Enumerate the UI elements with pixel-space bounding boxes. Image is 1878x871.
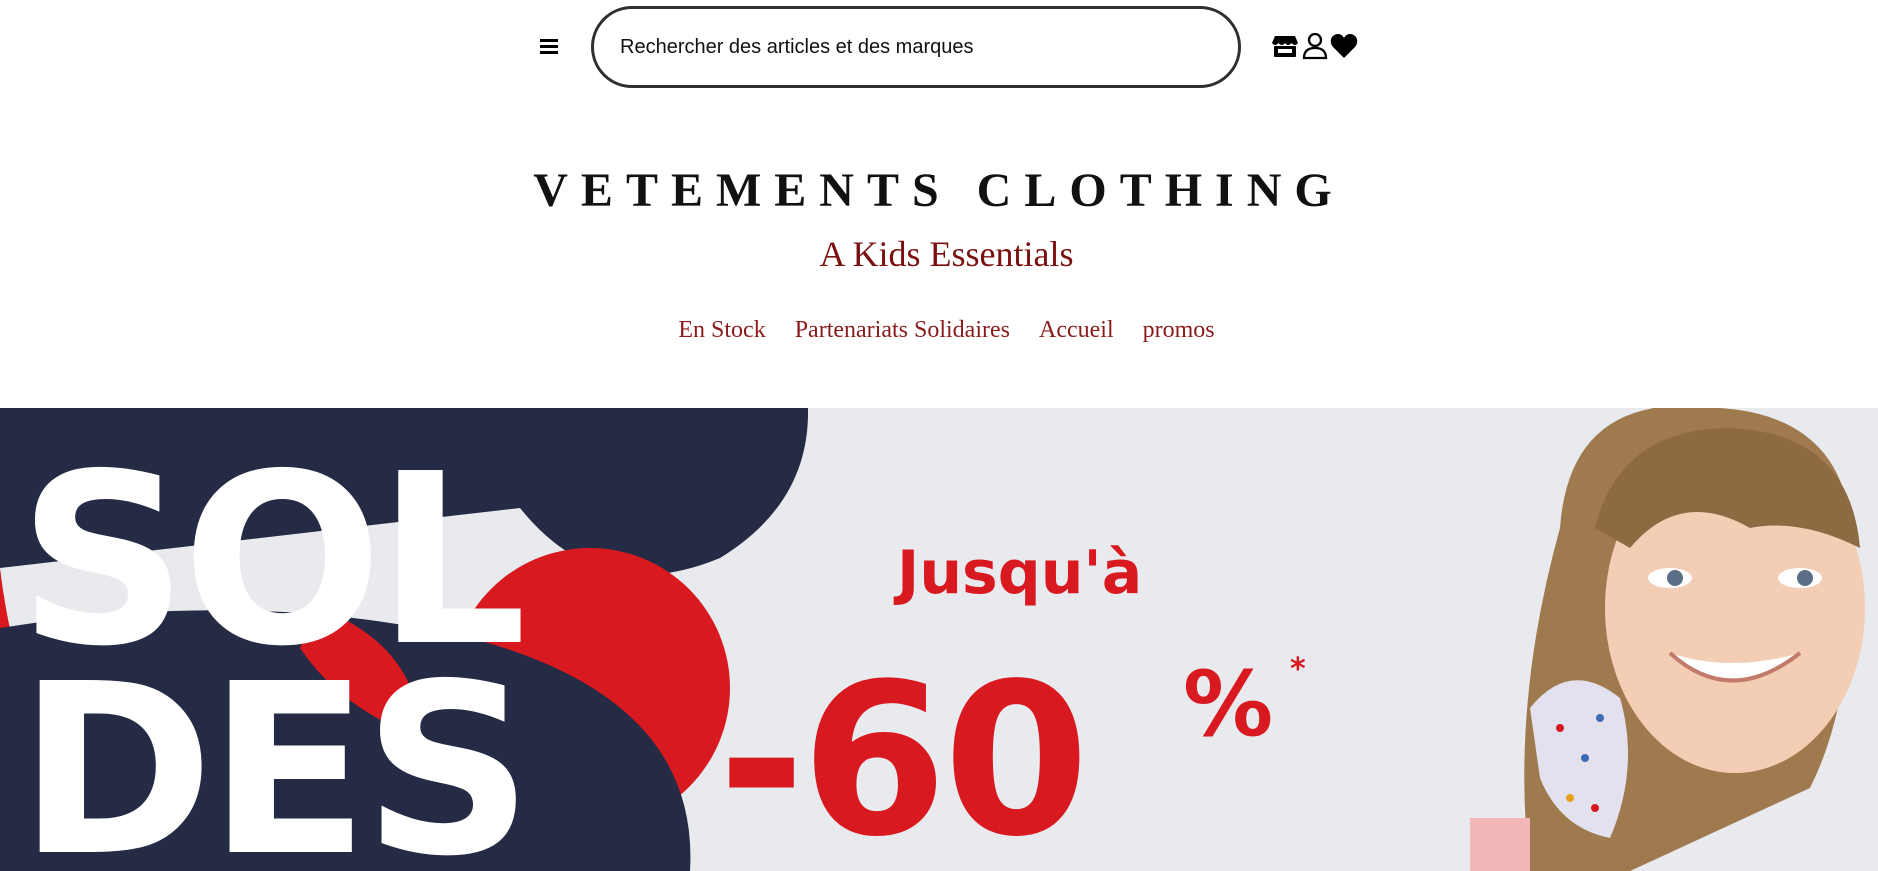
nav-link-promos[interactable]: promos: [1143, 317, 1215, 344]
hero-headline: SOL DES: [18, 443, 533, 871]
hamburger-menu-icon[interactable]: [537, 36, 563, 58]
hero-prefix: Jusqu'à: [897, 538, 1143, 608]
heart-icon[interactable]: [1329, 30, 1359, 62]
hero-percent: %: [1183, 652, 1274, 757]
hero-headline-text: SOL DES: [18, 423, 533, 871]
store-icon[interactable]: [1270, 30, 1300, 62]
search-bar[interactable]: [591, 6, 1241, 88]
user-icon[interactable]: [1300, 30, 1330, 62]
nav-link-partenariats-solidaires[interactable]: Partenariats Solidaires: [795, 317, 1010, 344]
hero-discount: -60: [718, 638, 1089, 871]
nav-link-accueil[interactable]: Accueil: [1039, 317, 1114, 344]
main-nav: En Stock Partenariats Solidaires Accueil…: [0, 317, 1878, 344]
hero-asterisk: *: [1290, 652, 1306, 687]
nav-link-en-stock[interactable]: En Stock: [678, 317, 765, 344]
hero-banner[interactable]: SOL DES Jusqu'à -60 % *: [0, 408, 1878, 871]
brand-subtitle: A Kids Essentials: [819, 234, 1074, 274]
search-input[interactable]: [620, 29, 1200, 65]
brand-title: VETEMENTS CLOTHING: [533, 164, 1345, 217]
hero-child-photo: [1330, 408, 1878, 871]
